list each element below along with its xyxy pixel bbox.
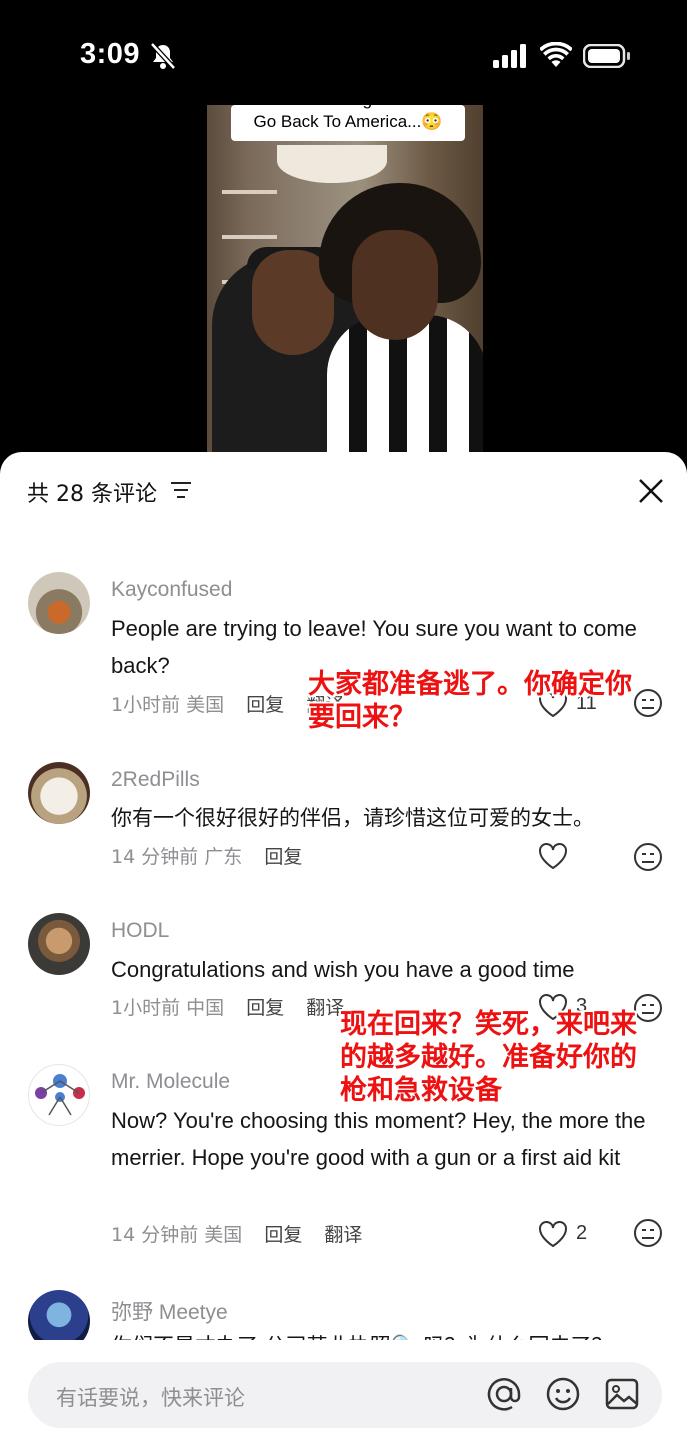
sheet-header: 共 28 条评论 <box>0 452 687 532</box>
comment-meta: 14 分钟前 美国 回复 翻译 <box>111 1224 363 1246</box>
mention-icon[interactable] <box>486 1376 522 1412</box>
comment-input-placeholder: 有话要说，快来评论 <box>56 1386 245 1410</box>
translate-button[interactable]: 翻译 <box>306 997 344 1019</box>
battery-icon <box>583 44 630 68</box>
status-time: 3:09 <box>80 38 141 70</box>
reply-button[interactable]: 回复 <box>246 694 284 716</box>
comment-meta: 1小时前 中国 回复 翻译 <box>111 997 345 1019</box>
emoji-icon[interactable] <box>545 1376 581 1412</box>
cellular-signal-icon <box>493 44 526 68</box>
translate-button[interactable]: 翻译 <box>324 1224 362 1246</box>
comment-username[interactable]: Kayconfused <box>111 578 232 602</box>
comment-sheet: 共 28 条评论 Kayconfused People are trying t… <box>0 452 687 1447</box>
like-count: 2 <box>576 1222 588 1244</box>
video-preview[interactable]: We Are Leaving China To Go Back To Ameri… <box>207 105 483 455</box>
avatar[interactable] <box>28 762 90 824</box>
comment-username[interactable]: 2RedPills <box>111 768 200 792</box>
status-bar: 3:09 <box>0 0 687 100</box>
comment-input[interactable]: 有话要说，快来评论 <box>28 1362 662 1428</box>
reply-button[interactable]: 回复 <box>246 997 284 1019</box>
comment-username[interactable]: HODL <box>111 919 169 943</box>
comment-text: 你有一个很好很好的伴侣，请珍惜这位可爱的女士。 <box>111 806 594 830</box>
avatar[interactable] <box>28 572 90 634</box>
comment-username[interactable]: 弥野 Meetye <box>111 1296 228 1326</box>
bell-muted-icon <box>150 42 176 70</box>
meh-face-icon[interactable] <box>633 842 663 872</box>
image-icon[interactable] <box>604 1376 640 1412</box>
heart-icon[interactable] <box>538 1220 568 1248</box>
avatar[interactable] <box>28 1064 90 1126</box>
heart-icon[interactable] <box>538 842 568 870</box>
video-caption: We Are Leaving China To Go Back To Ameri… <box>231 105 465 141</box>
comment-text: Congratulations and wish you have a good… <box>111 957 575 982</box>
meh-face-icon[interactable] <box>633 1218 663 1248</box>
annotation-overlay: 大家都准备逃了。你确定你要回来？ <box>308 669 632 733</box>
reply-button[interactable]: 回复 <box>264 846 302 868</box>
comment-meta: 14 分钟前 广东 回复 <box>111 846 303 868</box>
comment-username[interactable]: Mr. Molecule <box>111 1070 230 1094</box>
avatar[interactable] <box>28 913 90 975</box>
comment-input-bar: 有话要说，快来评论 <box>0 1340 687 1447</box>
wifi-icon <box>540 42 572 67</box>
comment-text: Now? You're choosing this moment? Hey, t… <box>111 1108 646 1170</box>
comment-count-title: 共 28 条评论 <box>27 482 157 507</box>
reply-button[interactable]: 回复 <box>264 1224 302 1246</box>
sort-filter-icon[interactable] <box>170 480 192 500</box>
annotation-overlay: 现在回来？笑死，来吧来的越多越好。准备好你的枪和急救设备 <box>340 1009 637 1106</box>
close-icon[interactable] <box>638 478 664 504</box>
